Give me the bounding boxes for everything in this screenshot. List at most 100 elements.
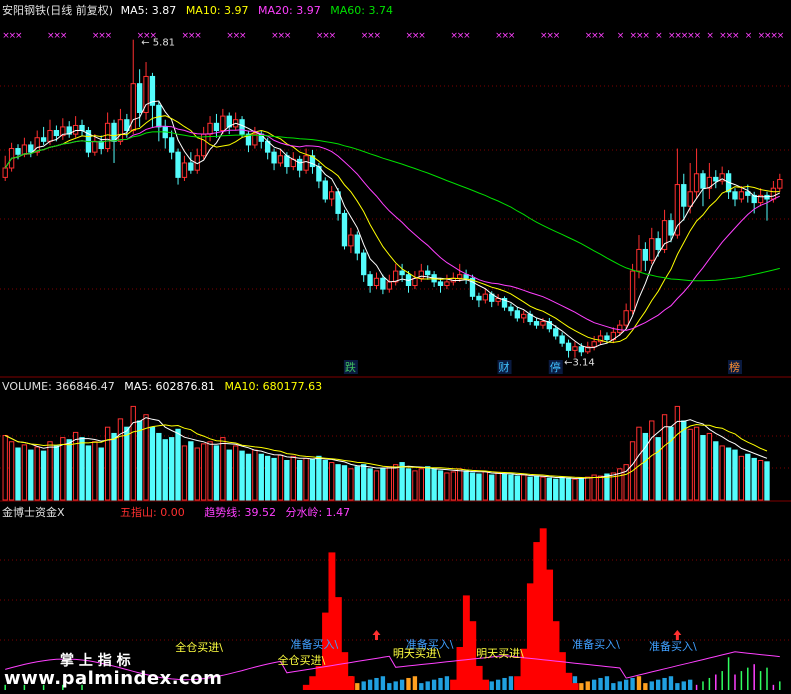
candle-body [47, 130, 53, 142]
volume-bar [501, 473, 508, 501]
candle-body [444, 281, 450, 287]
volume-bar [578, 477, 585, 501]
candle-body [412, 277, 418, 286]
volume-bar [354, 466, 360, 501]
indicator-base-bar [591, 679, 597, 690]
ma10-value: MA10: 3.97 [185, 4, 249, 17]
indicator-red-bar [302, 684, 310, 690]
volume-ma10-value: MA10: 680177.63 [224, 380, 323, 393]
candle-body [623, 310, 629, 326]
volume-bar [732, 449, 738, 501]
volume-bar [66, 439, 72, 501]
volume-bar [200, 443, 207, 501]
volume-bar [104, 426, 111, 501]
volume-bar [527, 476, 533, 501]
volume-bar [316, 455, 322, 501]
event-label: 停 [550, 360, 561, 374]
candle-body [559, 335, 565, 344]
volume-bar [764, 461, 770, 501]
volume-bar [34, 446, 40, 501]
volume-bar [386, 466, 392, 501]
volume-bar [226, 449, 232, 501]
volume-bar [40, 450, 47, 501]
volume-bar [489, 474, 495, 501]
indicator-red-bar [462, 595, 470, 690]
volume-bar [130, 405, 136, 501]
chart-window: × × × × × × × × × × × × × × × × × × × × × × × × × × × × × × × × × × × × × × × ×… [0, 0, 791, 694]
signal-label: 明天买进\ [476, 647, 524, 660]
brand-watermark: 掌 上 指 标 [60, 653, 131, 669]
indicator-base-bar [361, 681, 366, 690]
candle-body [367, 274, 373, 286]
volume-bar [706, 432, 713, 501]
url-watermark: www.palmindex.com [4, 668, 223, 689]
indicator-base-bar [643, 683, 648, 690]
low-price-label: ←3.14 [564, 358, 595, 369]
volume-bar [399, 462, 405, 501]
volume-bar [264, 455, 271, 501]
indicator-base-bar [649, 681, 654, 690]
up-arrow-icon [673, 630, 682, 640]
up-arrow-icon [372, 630, 381, 640]
indicator-base-bar [675, 683, 680, 690]
volume-bar [136, 420, 143, 501]
candle-body [104, 122, 111, 150]
candle-body [463, 274, 469, 279]
candle-body [380, 277, 386, 290]
signal-x-mark: × [60, 31, 68, 41]
indicator-red-bar [565, 672, 573, 690]
candle-body [482, 293, 489, 301]
volume-bar [15, 447, 21, 501]
candle-body [713, 176, 719, 182]
indicator-base-bar [412, 676, 418, 690]
volume-bar [463, 470, 469, 501]
candle-body [2, 167, 8, 178]
signal-x-mark: × [655, 31, 663, 41]
candle-body [21, 144, 28, 155]
indicator-red-bar [315, 665, 323, 690]
indicator-red-bar [539, 528, 547, 690]
volume-bar [469, 472, 476, 501]
indicator-red-bar [571, 683, 579, 690]
volume-header: VOLUME: 366846.47 MA5: 602876.81 MA10: 6… [2, 380, 322, 393]
candle-body [604, 335, 610, 341]
volume-bar [533, 475, 540, 501]
volume-bar [361, 464, 367, 501]
candle-body [425, 270, 431, 276]
ma20-value: MA20: 3.97 [258, 4, 321, 17]
volume-bar [681, 420, 687, 501]
signal-x-mark: × [745, 31, 753, 41]
volume-bar [597, 475, 604, 501]
volume-bar [207, 441, 213, 501]
indicator-red-bar [309, 676, 317, 690]
candle-body [591, 341, 597, 348]
indicator-red-bar [482, 679, 490, 690]
indicator-base-bar [387, 683, 392, 690]
volume-bar [245, 453, 252, 501]
signal-label: 准备买入\ [572, 637, 620, 651]
signal-x-mark: × [777, 31, 785, 41]
indicator-base-bar [604, 676, 610, 690]
volume-bar [188, 441, 194, 501]
volume-bar [271, 457, 277, 501]
volume-bar [393, 464, 399, 501]
volume-bar [591, 474, 597, 501]
candle-body [629, 270, 636, 312]
candle-body [53, 130, 60, 137]
indicator-red-bar [552, 621, 560, 690]
volume-bar [168, 437, 175, 501]
volume-bar [559, 476, 565, 501]
candle-body [72, 124, 79, 135]
volume-bar [149, 426, 156, 501]
candle-body [213, 122, 220, 132]
ma60-value: MA60: 3.74 [330, 4, 393, 17]
volume-bar [60, 437, 66, 501]
signal-x-mark: × [508, 31, 516, 41]
signal-x-mark: × [694, 31, 702, 41]
candle-body [149, 75, 156, 106]
candle-body [348, 234, 354, 247]
candle-body [572, 346, 578, 351]
indicator-red-bar [533, 542, 541, 690]
volume-bar [693, 426, 700, 501]
volume-bar [277, 454, 284, 501]
